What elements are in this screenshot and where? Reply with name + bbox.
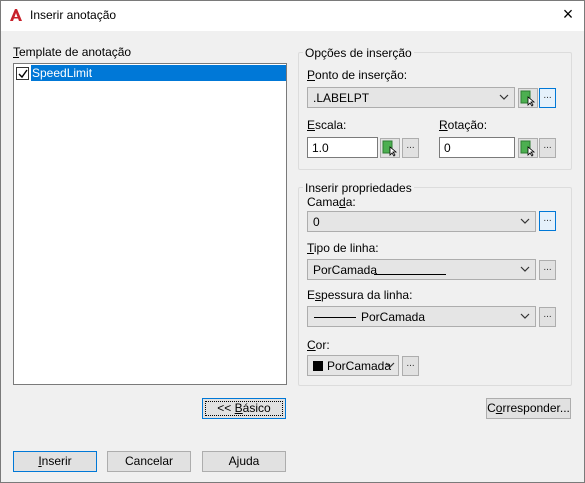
- lineweight-value: PorCamada: [361, 310, 426, 324]
- rotation-input[interactable]: 0: [439, 137, 515, 158]
- linetype-sample-line: [374, 274, 446, 275]
- pick-point-button[interactable]: [518, 88, 538, 108]
- color-swatch: [313, 361, 323, 371]
- insertion-options-title: Opções de inserção: [303, 46, 414, 60]
- linetype-value: PorCamada: [313, 263, 378, 277]
- basic-button[interactable]: << Básico: [202, 398, 286, 419]
- color-browse-button[interactable]: ...: [402, 356, 419, 376]
- match-button[interactable]: Corresponder...: [486, 398, 571, 419]
- cancel-button[interactable]: Cancelar: [107, 451, 191, 472]
- rotation-label: Rotação:: [439, 118, 488, 132]
- rotation-value: 0: [444, 141, 451, 155]
- scale-value: 1.0: [312, 141, 329, 155]
- insertion-point-combo[interactable]: .LABELPT: [307, 87, 515, 108]
- close-icon[interactable]: ×: [558, 4, 578, 24]
- check-icon: [18, 69, 28, 79]
- scale-input[interactable]: 1.0: [307, 137, 378, 158]
- layer-label: Camada:: [307, 195, 356, 209]
- list-item-label: SpeedLimit: [31, 65, 286, 81]
- pick-cursor-icon: [382, 140, 398, 157]
- color-value: PorCamada: [327, 359, 392, 373]
- color-combo[interactable]: PorCamada: [307, 355, 399, 376]
- window-title: Inserir anotação: [30, 8, 117, 22]
- scale-label: Escala:: [307, 118, 347, 132]
- properties-title: Inserir propriedades: [303, 181, 414, 195]
- insertion-point-value: .LABELPT: [313, 91, 370, 105]
- lineweight-combo[interactable]: PorCamada: [307, 306, 536, 327]
- template-list[interactable]: SpeedLimit: [13, 63, 287, 385]
- rotation-browse-button[interactable]: ...: [539, 138, 556, 158]
- help-button[interactable]: Ajuda: [202, 451, 286, 472]
- pick-scale-button[interactable]: [380, 138, 400, 158]
- layer-value: 0: [313, 215, 320, 229]
- point-browse-button[interactable]: ...: [539, 88, 556, 108]
- pick-rotation-button[interactable]: [518, 138, 538, 158]
- item-checkbox[interactable]: [16, 67, 29, 80]
- insert-button[interactable]: Inserir: [13, 451, 97, 472]
- chevron-down-icon: [520, 218, 530, 224]
- lineweight-browse-button[interactable]: ...: [539, 307, 556, 327]
- pick-cursor-icon: [520, 140, 536, 157]
- lineweight-sample-line: [314, 317, 356, 318]
- lineweight-label: Espessura da linha:: [307, 288, 413, 302]
- chevron-down-icon: [385, 362, 395, 368]
- chevron-down-icon: [520, 266, 530, 272]
- chevron-down-icon: [520, 313, 530, 319]
- insertion-point-label: Ponto de inserção:: [307, 68, 408, 82]
- chevron-down-icon: [499, 94, 509, 100]
- autocad-app-icon: [9, 8, 23, 22]
- color-label: Cor:: [307, 338, 330, 352]
- layer-browse-button[interactable]: ...: [539, 211, 556, 231]
- linetype-browse-button[interactable]: ...: [539, 260, 556, 280]
- pick-cursor-icon: [520, 90, 536, 107]
- list-item[interactable]: SpeedLimit: [15, 65, 286, 81]
- template-list-label: Template de anotação: [13, 45, 132, 59]
- layer-combo[interactable]: 0: [307, 211, 536, 232]
- scale-browse-button[interactable]: ...: [402, 138, 419, 158]
- linetype-combo[interactable]: PorCamada: [307, 259, 536, 280]
- linetype-label: Tipo de linha:: [307, 241, 379, 255]
